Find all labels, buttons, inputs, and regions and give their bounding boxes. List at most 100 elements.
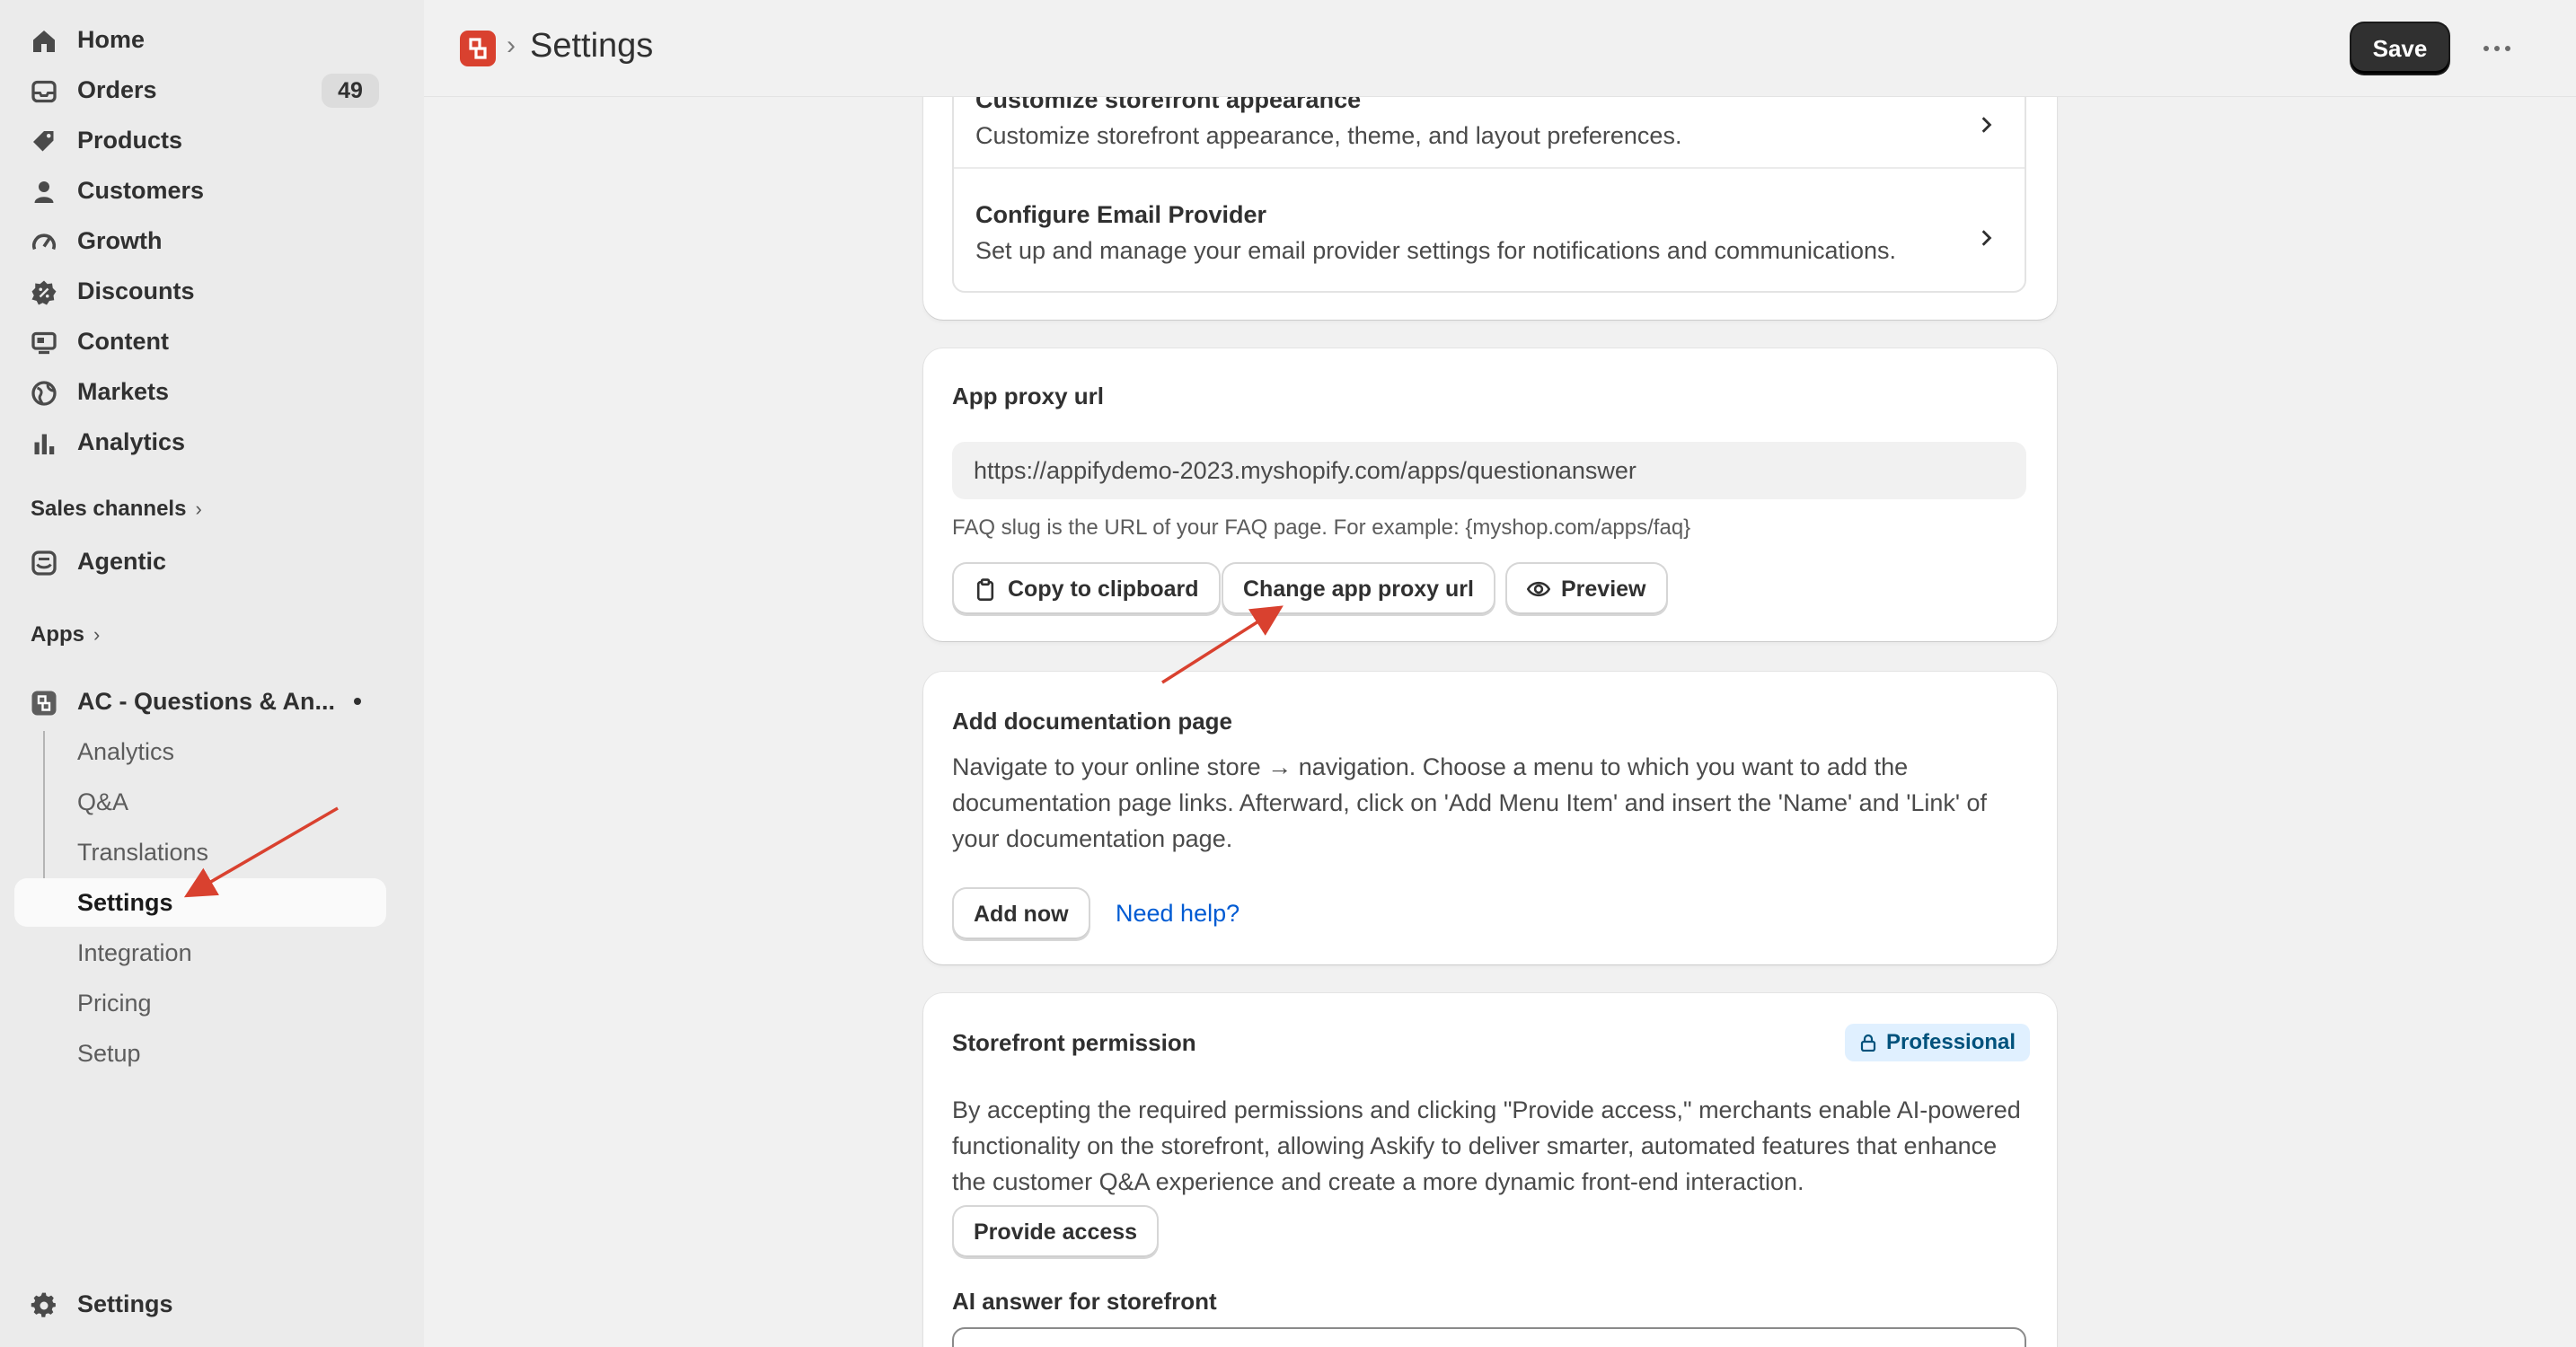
content-icon bbox=[31, 331, 57, 355]
card-title: App proxy url bbox=[952, 383, 1105, 409]
subnav-item-integration[interactable]: Integration bbox=[14, 929, 386, 977]
subnav-label: Integration bbox=[77, 938, 192, 966]
app-proxy-url-field[interactable]: https://appifydemo-2023.myshopify.com/ap… bbox=[952, 442, 2026, 499]
nav-label: Home bbox=[77, 25, 146, 53]
storefront-settings-card: Customize storefront appearance Customiz… bbox=[923, 97, 2057, 320]
chevron-right-icon: › bbox=[195, 497, 202, 520]
list-item-customize-appearance[interactable]: Customize storefront appearance Customiz… bbox=[954, 97, 2025, 167]
save-button[interactable]: Save bbox=[2351, 23, 2448, 74]
app-logo-icon bbox=[31, 691, 57, 716]
nav-label: Growth bbox=[77, 226, 163, 254]
nav-label: Markets bbox=[77, 377, 170, 405]
nav-item-settings[interactable]: Settings bbox=[14, 1281, 386, 1327]
nav-item-agentic[interactable]: Agentic bbox=[14, 538, 386, 585]
subnav-item-setup[interactable]: Setup bbox=[14, 1029, 386, 1078]
more-actions-icon[interactable] bbox=[2475, 32, 2519, 65]
need-help-link[interactable]: Need help? bbox=[1116, 900, 1239, 928]
nav-label: Agentic bbox=[77, 547, 167, 575]
chevron-right-icon bbox=[1981, 230, 1992, 246]
nav-label: Products bbox=[77, 126, 183, 154]
permission-text: By accepting the required permissions an… bbox=[952, 1096, 2021, 1195]
subnav-label: Setup bbox=[77, 1039, 141, 1067]
clipboard-icon bbox=[976, 578, 994, 601]
apps-label: Apps bbox=[31, 622, 84, 647]
app-proxy-help-text: FAQ slug is the URL of your FAQ page. Fo… bbox=[952, 515, 1691, 540]
globe-icon bbox=[31, 381, 57, 406]
subnav-label: Pricing bbox=[77, 989, 152, 1017]
nav-item-app[interactable]: AC - Questions & An... bbox=[14, 678, 386, 725]
subnav-label: Settings bbox=[77, 888, 173, 916]
unread-dot-icon bbox=[354, 698, 361, 705]
nav-item-orders[interactable]: Orders 49 bbox=[14, 66, 386, 113]
copy-to-clipboard-button[interactable]: Copy to clipboard bbox=[954, 564, 1219, 614]
sales-channels-heading[interactable]: Sales channels › bbox=[31, 497, 202, 522]
gauge-icon bbox=[32, 233, 56, 251]
top-bar: › Settings Save bbox=[424, 0, 2576, 97]
subnav-label: Q&A bbox=[77, 788, 129, 815]
preview-button[interactable]: Preview bbox=[1507, 564, 1666, 614]
card-title: Storefront permission bbox=[952, 1029, 1196, 1056]
button-label: Add now bbox=[974, 901, 1069, 927]
subnav-label: Translations bbox=[77, 838, 209, 866]
ai-answer-select[interactable] bbox=[952, 1327, 2026, 1347]
chevron-right-icon bbox=[1981, 117, 1992, 133]
sales-channels-label: Sales channels bbox=[31, 497, 187, 521]
gear-icon bbox=[31, 1292, 56, 1317]
home-icon bbox=[33, 31, 55, 52]
nav-item-markets[interactable]: Markets bbox=[14, 368, 386, 415]
lock-icon bbox=[1860, 1034, 1876, 1052]
discount-icon bbox=[31, 280, 57, 305]
button-label: Provide access bbox=[974, 1219, 1138, 1245]
bar-chart-icon bbox=[34, 434, 55, 454]
nav-item-discounts[interactable]: Discounts bbox=[14, 268, 386, 314]
button-label: Copy to clipboard bbox=[1008, 576, 1199, 602]
nav-item-home[interactable]: Home bbox=[14, 16, 386, 63]
nav-item-customers[interactable]: Customers bbox=[14, 167, 386, 214]
documentation-card: Add documentation page Navigate to your … bbox=[923, 672, 2057, 964]
sidebar: Home Orders 49 Products Customers Growth… bbox=[0, 0, 424, 1347]
subnav-label: Analytics bbox=[77, 737, 175, 765]
professional-badge: Professional bbox=[1845, 1024, 2031, 1061]
nav-item-content[interactable]: Content bbox=[14, 318, 386, 365]
nav-item-products[interactable]: Products bbox=[14, 117, 386, 163]
subnav-item-qa[interactable]: Q&A bbox=[14, 778, 386, 826]
documentation-text: Navigate to your online store → navigati… bbox=[952, 753, 1988, 852]
nav-label: Orders bbox=[77, 75, 157, 103]
change-app-proxy-url-button[interactable]: Change app proxy url bbox=[1223, 564, 1494, 614]
orders-icon bbox=[31, 80, 57, 103]
nav-label: Customers bbox=[77, 176, 205, 204]
subnav-item-translations[interactable]: Translations bbox=[14, 828, 386, 876]
ai-answer-label: AI answer for storefront bbox=[952, 1288, 1217, 1315]
list-item-email-provider[interactable]: Configure Email Provider Set up and mana… bbox=[954, 169, 2025, 293]
storefront-permission-card: Storefront permission Professional By ac… bbox=[923, 993, 2057, 1347]
app-logo-icon bbox=[469, 38, 487, 59]
page-title: Settings bbox=[530, 27, 654, 65]
row-description: Set up and manage your email provider se… bbox=[975, 237, 1897, 264]
app-logo[interactable] bbox=[460, 31, 496, 66]
row-title: Configure Email Provider bbox=[975, 201, 1267, 228]
eye-icon bbox=[1527, 581, 1550, 597]
button-label: Preview bbox=[1561, 576, 1646, 602]
button-label: Change app proxy url bbox=[1243, 576, 1474, 602]
row-title: Customize storefront appearance bbox=[975, 97, 1362, 113]
nav-label: Analytics bbox=[77, 427, 186, 455]
agentic-icon bbox=[31, 550, 57, 576]
chevron-right-icon: › bbox=[93, 623, 101, 646]
nav-item-growth[interactable]: Growth bbox=[14, 217, 386, 264]
card-title: Add documentation page bbox=[952, 708, 1232, 735]
add-now-button[interactable]: Add now bbox=[954, 889, 1089, 939]
provide-access-button[interactable]: Provide access bbox=[954, 1207, 1158, 1257]
subnav-item-analytics[interactable]: Analytics bbox=[14, 727, 386, 776]
app-proxy-card: App proxy url https://appifydemo-2023.my… bbox=[923, 348, 2057, 641]
person-icon bbox=[34, 181, 54, 203]
nav-label: Content bbox=[77, 327, 169, 355]
tag-icon bbox=[33, 131, 54, 152]
orders-count-badge: 49 bbox=[322, 74, 379, 108]
subnav-item-pricing[interactable]: Pricing bbox=[14, 979, 386, 1027]
nav-label: Discounts bbox=[77, 277, 195, 304]
settings-list: Customize storefront appearance Customiz… bbox=[952, 97, 2026, 293]
badge-label: Professional bbox=[1886, 1030, 2016, 1054]
apps-heading[interactable]: Apps › bbox=[31, 622, 100, 647]
subnav-item-settings[interactable]: Settings bbox=[14, 878, 386, 927]
nav-item-analytics[interactable]: Analytics bbox=[14, 418, 386, 465]
